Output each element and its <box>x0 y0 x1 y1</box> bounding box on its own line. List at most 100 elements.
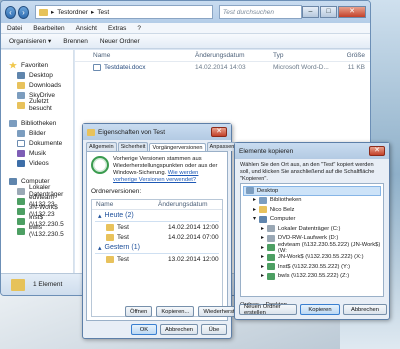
breadcrumb-item[interactable]: Test <box>97 9 109 16</box>
sidebar-item-music[interactable]: Musik <box>1 148 73 158</box>
music-icon <box>17 149 25 157</box>
item-count: 1 Element <box>33 281 63 288</box>
expand-arrow-icon: ▸ <box>261 244 264 251</box>
column-name[interactable]: Name <box>96 201 158 208</box>
burn-button[interactable]: Brennen <box>63 38 88 45</box>
version-row[interactable]: Test 13.02.2014 12:00 <box>92 254 222 264</box>
expand-arrow-icon: ▸ <box>253 206 256 213</box>
tree-item-libraries[interactable]: ▸ Bibliotheken <box>241 196 383 206</box>
version-date: 13.02.2014 12:00 <box>168 255 219 263</box>
minimize-button[interactable]: – <box>302 6 319 18</box>
ok-button[interactable]: OK <box>131 324 157 335</box>
group-today[interactable]: ▴ Heute (2) <box>95 210 219 222</box>
menu-help[interactable]: ? <box>137 25 141 32</box>
window-controls: – □ ✕ <box>302 6 366 18</box>
maximize-button[interactable]: □ <box>320 6 337 18</box>
sidebar-item-favorites[interactable]: Favoriten <box>1 60 73 70</box>
breadcrumb-separator: ▸ <box>90 9 95 16</box>
menu-datei[interactable]: Datei <box>7 25 22 32</box>
menu-bar: Datei Bearbeiten Ansicht Extras ? <box>1 23 370 34</box>
folder-tree: Desktop ▸ Bibliotheken ▸ Nico Belz ▾ Comput… <box>240 183 384 297</box>
network-drive-icon <box>17 197 25 205</box>
previous-versions-text: Vorherige Versionen stammen aus Wiederhe… <box>113 156 223 184</box>
search-input[interactable]: Test durchsuchen <box>218 5 302 19</box>
tree-item-local-disk[interactable]: ▸ Lokaler Datenträger (C:) <box>241 224 383 234</box>
folder-icon <box>38 8 48 16</box>
new-folder-button[interactable]: Neuen Ordner erstellen <box>239 304 297 316</box>
group-label: Heute (2) <box>104 212 134 219</box>
properties-dialog: Eigenschaften von Test ✕ Allgemein Siche… <box>82 123 246 339</box>
sidebar-item-documents[interactable]: Dokumente <box>1 138 73 148</box>
cancel-button[interactable]: Abbrechen <box>160 324 198 335</box>
menu-ansicht[interactable]: Ansicht <box>76 25 97 32</box>
copy-confirm-button[interactable]: Kopieren <box>300 304 340 315</box>
column-type[interactable]: Typ <box>273 52 335 59</box>
breadcrumb-item[interactable]: Testordner <box>57 9 88 16</box>
forward-arrow-icon[interactable]: › <box>17 5 29 19</box>
tab-customize[interactable]: Anpassen <box>206 142 238 151</box>
network-drive-icon <box>266 253 275 261</box>
folder-icon <box>106 255 114 263</box>
drive-icon <box>266 225 275 233</box>
downloads-icon <box>17 81 25 89</box>
apply-button[interactable]: Übe <box>201 324 227 335</box>
breadcrumb-separator: ▸ <box>50 9 55 16</box>
copy-items-dialog: Elemente kopieren ✕ Wählen Sie den Ort a… <box>234 142 390 320</box>
tree-item-edvteam[interactable]: ▸ edvteam (\\132.230.55.222) (JN-Work$) (… <box>241 242 383 254</box>
tree-label: Lokaler Datenträger (C:) <box>277 225 341 232</box>
close-button[interactable]: ✕ <box>338 6 366 18</box>
sidebar-item-downloads[interactable]: Downloads <box>1 80 73 90</box>
tab-security[interactable]: Sicherheit <box>117 142 149 151</box>
menu-bearbeiten[interactable]: Bearbeiten <box>33 25 64 32</box>
copy-instructions: Wählen Sie den Ort aus, an den "Test" ko… <box>240 162 375 182</box>
sidebar-item-bwls[interactable]: bwls (\\132.230.5 <box>1 224 73 238</box>
column-date[interactable]: Änderungsdatum <box>158 201 208 208</box>
tree-item-computer[interactable]: ▾ Computer <box>241 215 383 225</box>
cancel-button[interactable]: Abbrechen <box>343 304 387 315</box>
new-folder-button[interactable]: Neuer Ordner <box>100 38 140 45</box>
tree-item-desktop[interactable]: Desktop <box>243 186 381 196</box>
copy-dialog-actions: Neuen Ordner erstellen Kopieren Abbreche… <box>239 304 387 316</box>
sidebar-label: Favoriten <box>21 61 49 69</box>
sidebar-item-recent[interactable]: Zuletzt besucht <box>1 98 73 112</box>
open-button[interactable]: Öffnen <box>125 306 153 317</box>
dialog-footer: OK Abbrechen Übe <box>131 324 227 335</box>
version-name: Test <box>117 255 129 263</box>
tree-item-inst[interactable]: ▸ Inst$ (\\132.230.55.222) (Y:) <box>241 262 383 272</box>
collapse-arrow-icon: ▾ <box>253 216 256 223</box>
navigation-pane: Favoriten Desktop Downloads SkyDrive Zul… <box>1 50 74 275</box>
menu-extras[interactable]: Extras <box>108 25 126 32</box>
file-row[interactable]: Testdatei.docx 14.02.2014 14:03 Microsof… <box>75 62 370 72</box>
column-name[interactable]: Name <box>75 52 195 59</box>
copy-button[interactable]: Kopieren... <box>156 306 195 317</box>
column-size[interactable]: Größe <box>335 52 365 59</box>
documents-icon <box>17 139 25 147</box>
group-yesterday[interactable]: ▴ Gestern (1) <box>95 242 219 254</box>
file-type: Microsoft Word-D... <box>273 63 329 71</box>
library-icon <box>9 119 17 127</box>
sidebar-item-libraries[interactable]: Bibliotheken <box>1 118 73 128</box>
close-button[interactable]: ✕ <box>369 146 385 156</box>
version-row[interactable]: Test 14.02.2014 07:00 <box>92 232 222 242</box>
tab-general[interactable]: Allgemein <box>86 142 117 151</box>
back-arrow-icon[interactable]: ‹ <box>5 5 16 19</box>
sidebar-label: Videos <box>29 159 49 167</box>
close-button[interactable]: ✕ <box>211 127 227 137</box>
column-date[interactable]: Änderungsdatum <box>195 52 273 59</box>
tree-item-jn-work[interactable]: ▸ JN-Work$ (\\132.230.55.222) (X:) <box>241 253 383 263</box>
version-name: Test <box>117 223 129 231</box>
organize-button[interactable]: Organisieren ▾ <box>9 37 51 45</box>
tree-item-user[interactable]: ▸ Nico Belz <box>241 205 383 215</box>
folder-icon <box>106 233 114 241</box>
address-bar[interactable]: ▸ Testordner ▸ Test <box>34 5 213 19</box>
file-list-header: Name Änderungsdatum Typ Größe <box>75 50 370 62</box>
tree-item-bwls[interactable]: ▸ bwls (\\132.230.55.222) (Z:) <box>241 272 383 282</box>
cloud-icon <box>17 91 25 99</box>
sidebar-item-desktop[interactable]: Desktop <box>1 70 73 80</box>
dialog-title: Elemente kopieren <box>239 147 294 155</box>
sidebar-item-videos[interactable]: Videos <box>1 158 73 168</box>
sidebar-item-pictures[interactable]: Bilder <box>1 128 73 138</box>
drive-icon <box>17 187 25 195</box>
version-row[interactable]: Test 14.02.2014 12:00 <box>92 222 222 232</box>
versions-list: Name Änderungsdatum ▴ Heute (2) Test 14.02… <box>91 199 223 317</box>
